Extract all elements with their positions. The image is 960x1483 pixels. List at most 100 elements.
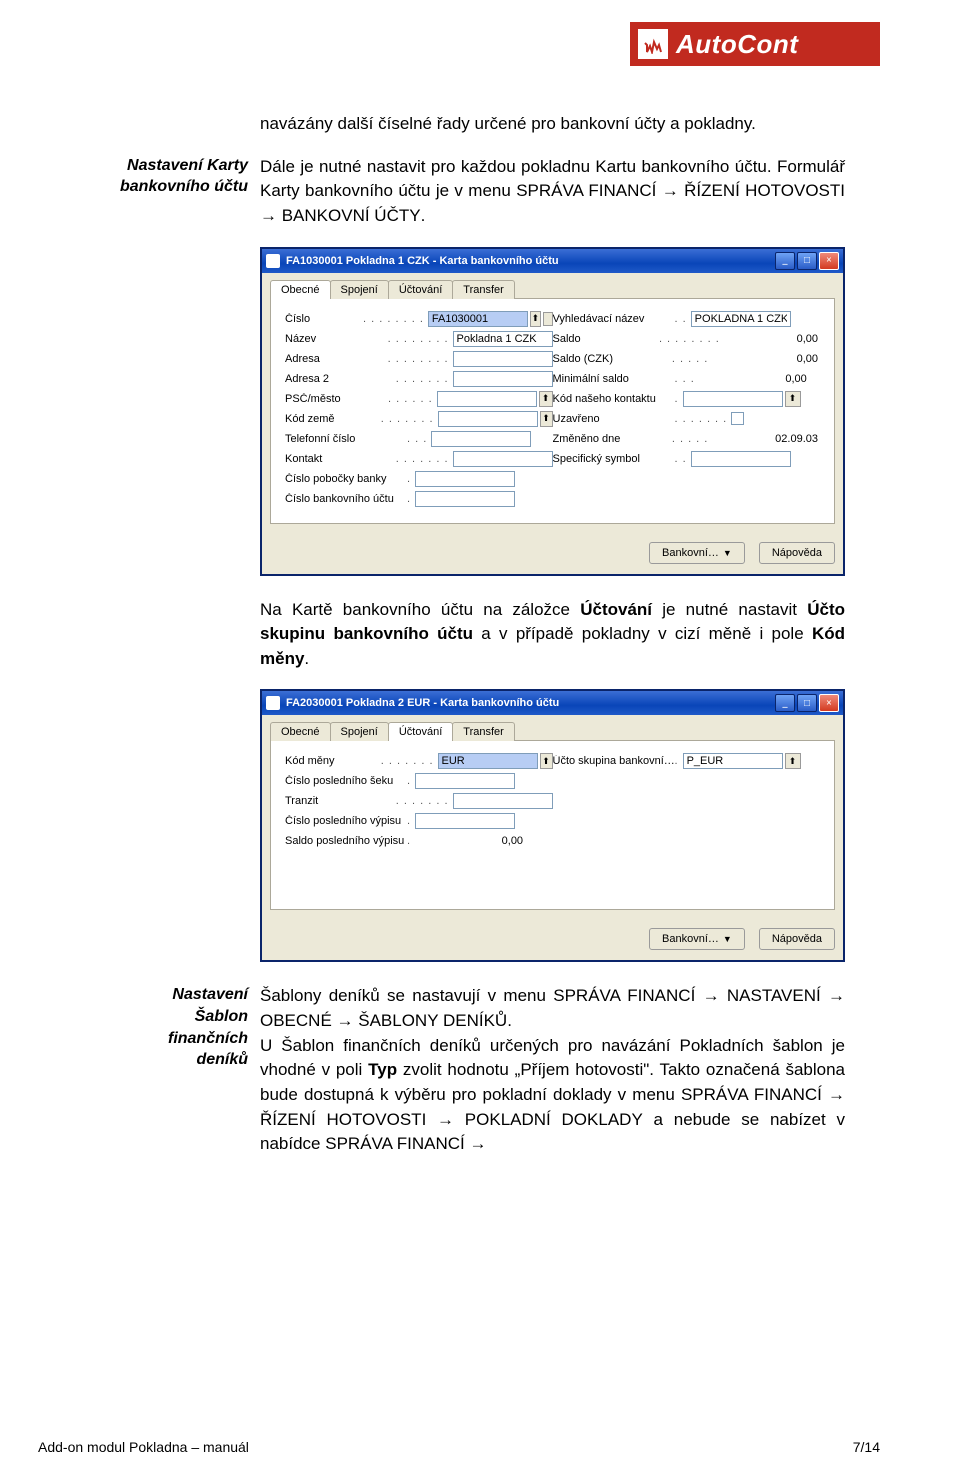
lookup-button[interactable]: ⬆ (540, 753, 553, 769)
bankovni-button[interactable]: Bankovní…▼ (649, 542, 745, 564)
napoveda-button[interactable]: Nápověda (759, 928, 835, 950)
lookup-button[interactable]: ⬆ (785, 391, 801, 407)
tab-transfer[interactable]: Transfer (452, 722, 515, 741)
tab-spojeni[interactable]: Spojení (330, 722, 389, 741)
lookup-button[interactable]: ⬆ (539, 391, 553, 407)
field-label: Tranzit (285, 795, 396, 807)
form-field: Adresa 2 . . . . . . . (285, 369, 553, 389)
edit-icon[interactable] (543, 312, 553, 326)
form-field: Číslo posledního výpisu . (285, 811, 553, 831)
form-field: Číslo . . . . . . . . ⬆ (285, 309, 553, 329)
tab-uctovani[interactable]: Účtování (388, 722, 453, 741)
field-input[interactable] (415, 773, 515, 789)
bank-card-window-2: FA2030001 Pokladna 2 EUR - Karta bankovn… (260, 689, 845, 962)
field-label: Saldo posledního výpisu (285, 835, 407, 847)
lookup-button[interactable]: ⬆ (540, 411, 553, 427)
field-input[interactable] (415, 813, 515, 829)
window-titlebar[interactable]: FA2030001 Pokladna 2 EUR - Karta bankovn… (262, 691, 843, 715)
field-label: Adresa 2 (285, 373, 396, 385)
form-panel: Kód měny . . . . . . . ⬆ Číslo posledního… (270, 740, 835, 910)
form-field: Adresa . . . . . . . . (285, 349, 553, 369)
napoveda-button[interactable]: Nápověda (759, 542, 835, 564)
window-titlebar[interactable]: FA1030001 Pokladna 1 CZK - Karta bankovn… (262, 249, 843, 273)
tab-obecne[interactable]: Obecné (270, 280, 331, 299)
close-button[interactable]: × (819, 694, 839, 712)
field-label: Minimální saldo (553, 373, 675, 385)
app-icon (266, 254, 280, 268)
lookup-button[interactable]: ⬆ (530, 311, 541, 327)
minimize-button[interactable]: _ (775, 252, 795, 270)
field-label: Adresa (285, 353, 388, 365)
footer-right: 7/14 (853, 1439, 880, 1455)
field-label: Změněno dne (553, 433, 672, 445)
field-label: Číslo posledního výpisu (285, 815, 407, 827)
field-label: Kontakt (285, 453, 396, 465)
form-field: Kód našeho kontaktu . ⬆ (553, 389, 821, 409)
field-value: 0,00 (415, 835, 525, 847)
field-value: 02.09.03 (712, 433, 820, 445)
form-field: Specifický symbol . . (553, 449, 821, 469)
side-heading-bank-card: Nastavení Karty bankovního účtu (115, 155, 248, 229)
checkbox[interactable] (731, 412, 744, 425)
form-field: Uzavřeno . . . . . . . (553, 409, 821, 429)
mid-paragraph: Na Kartě bankovního účtu na záložce Účto… (260, 598, 845, 672)
field-label: Specifický symbol (553, 453, 675, 465)
body-paragraph: U Šablon finančních deníků určených pro … (260, 1034, 845, 1157)
field-input[interactable] (691, 311, 791, 327)
form-field: Saldo . . . . . . . . 0,00 (553, 329, 821, 349)
field-input[interactable] (431, 431, 531, 447)
form-field: Saldo (CZK) . . . . . 0,00 (553, 349, 821, 369)
field-value: 0,00 (699, 373, 809, 385)
field-input[interactable] (453, 351, 553, 367)
field-label: Název (285, 333, 388, 345)
field-label: Saldo (553, 333, 659, 345)
tab-strip: Obecné Spojení Účtování Transfer (262, 715, 843, 740)
field-input[interactable] (453, 331, 553, 347)
lookup-button[interactable]: ⬆ (785, 753, 801, 769)
form-field: Vyhledávací název . . (553, 309, 821, 329)
tab-spojeni[interactable]: Spojení (330, 280, 389, 299)
body-paragraph: Dále je nutné nastavit pro každou poklad… (260, 155, 845, 229)
bankovni-button[interactable]: Bankovní…▼ (649, 928, 745, 950)
field-input[interactable] (428, 311, 528, 327)
window-title: FA2030001 Pokladna 2 EUR - Karta bankovn… (286, 697, 773, 709)
form-field: Saldo posledního výpisu . 0,00 (285, 831, 553, 851)
field-label: Telefonní číslo (285, 433, 407, 445)
tab-obecne[interactable]: Obecné (270, 722, 331, 741)
close-button[interactable]: × (819, 252, 839, 270)
body-paragraph: Šablony deníků se nastavují v menu SPRÁV… (260, 984, 845, 1033)
minimize-button[interactable]: _ (775, 694, 795, 712)
form-panel: Číslo . . . . . . . . ⬆Název . . . . . .… (270, 298, 835, 524)
maximize-button[interactable]: □ (797, 252, 817, 270)
field-input[interactable] (453, 371, 553, 387)
form-field: Tranzit . . . . . . . (285, 791, 553, 811)
maximize-button[interactable]: □ (797, 694, 817, 712)
field-input[interactable] (453, 793, 553, 809)
field-input[interactable] (683, 753, 783, 769)
side-heading-templates: Nastavení Šablon finančních deníků (115, 984, 248, 1156)
field-value: 0,00 (724, 333, 820, 345)
field-input[interactable] (691, 451, 791, 467)
brand-name: AutoCont (676, 29, 798, 60)
form-field: Název . . . . . . . . (285, 329, 553, 349)
form-field: Kód měny . . . . . . . ⬆ (285, 751, 553, 771)
field-label: Saldo (CZK) (553, 353, 672, 365)
tab-uctovani[interactable]: Účtování (388, 280, 453, 299)
field-input[interactable] (415, 471, 515, 487)
field-label: Číslo posledního šeku (285, 775, 407, 787)
field-input[interactable] (437, 391, 537, 407)
tab-transfer[interactable]: Transfer (452, 280, 515, 299)
field-label: Kód měny (285, 755, 381, 767)
field-input[interactable] (453, 451, 553, 467)
page-footer: Add-on modul Pokladna – manuál 7/14 (38, 1439, 880, 1455)
app-icon (266, 696, 280, 710)
field-input[interactable] (683, 391, 783, 407)
form-field: Minimální saldo . . . 0,00 (553, 369, 821, 389)
field-label: PSČ/město (285, 393, 388, 405)
field-input[interactable] (438, 753, 538, 769)
form-field: Kontakt . . . . . . . (285, 449, 553, 469)
field-input[interactable] (415, 491, 515, 507)
field-input[interactable] (438, 411, 538, 427)
field-label: Uzavřeno (553, 413, 675, 425)
field-label: Kód našeho kontaktu (553, 393, 675, 405)
